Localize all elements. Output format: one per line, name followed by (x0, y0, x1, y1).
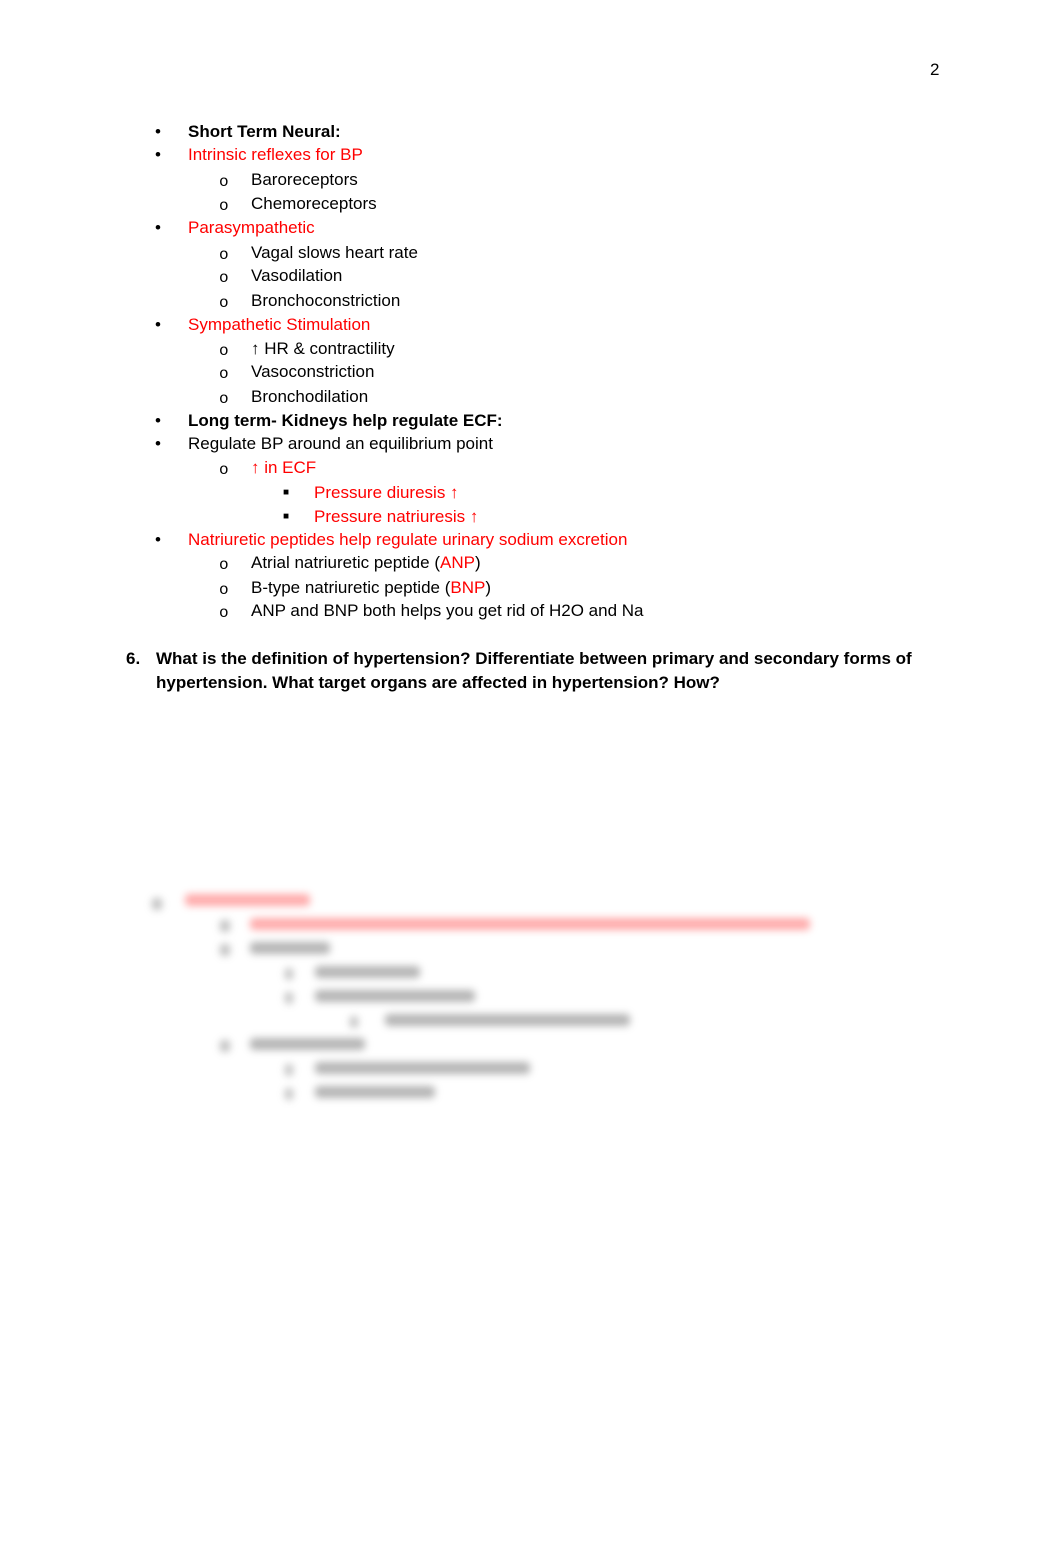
outline-item-level-2: ANP and BNP both helps you get rid of H2… (251, 601, 644, 620)
outline-item-level-1: Regulate BP around an equilibrium point (188, 434, 493, 453)
circle-bullet-icon: o (219, 294, 229, 312)
outline-item-level-2: ↑ HR & contractility (251, 339, 395, 358)
bullet-icon: • (155, 434, 161, 453)
highlighted-acronym: BNP (450, 578, 486, 597)
question-line-2: hypertension. What target organs are aff… (156, 673, 720, 692)
outline-item-level-2: Vasodilation (251, 266, 343, 285)
outline-item-level-1: Short Term Neural: (188, 122, 341, 141)
circle-bullet-icon: o (219, 197, 229, 215)
highlighted-acronym: ANP (439, 553, 475, 572)
blurred-line (285, 1088, 293, 1100)
blurred-line (350, 1016, 358, 1028)
outline-item-level-2: ↑ in ECF (251, 458, 317, 477)
bullet-icon: • (155, 411, 161, 430)
outline-item-level-2: Bronchoconstriction (251, 291, 401, 310)
outline-item-level-1: Natriuretic peptides help regulate urina… (188, 530, 628, 549)
blurred-line (250, 942, 330, 954)
blurred-line (220, 944, 230, 956)
outline-item-level-1: Long term- Kidneys help regulate ECF: (188, 411, 503, 430)
blurred-line (250, 918, 810, 930)
question-number: 6. (126, 649, 141, 668)
blurred-line (315, 966, 420, 978)
outline-item-level-2: Chemoreceptors (251, 194, 377, 213)
outline-item-level-3: Pressure natriuresis ↑ (314, 507, 479, 526)
outline-item-level-2: Bronchodilation (251, 387, 369, 406)
outline-item-level-1: Sympathetic Stimulation (188, 315, 371, 334)
outline-text: Atrial natriuretic peptide ( (251, 553, 440, 572)
blurred-line (385, 1014, 630, 1026)
outline-item-level-2: Vasoconstriction (251, 362, 375, 381)
circle-bullet-icon: o (219, 604, 229, 622)
bullet-icon: • (155, 218, 161, 237)
outline-item-level-1: Parasympathetic (188, 218, 315, 237)
circle-bullet-icon: o (219, 581, 229, 599)
blurred-line (220, 1040, 230, 1052)
square-bullet-icon: ■ (283, 487, 290, 498)
page-number: 2 (930, 60, 940, 79)
blurred-line (220, 920, 230, 932)
circle-bullet-icon: o (219, 556, 229, 574)
bullet-icon: • (155, 145, 161, 164)
circle-bullet-icon: o (219, 269, 229, 287)
circle-bullet-icon: o (219, 365, 229, 383)
outline-text: ) (485, 578, 492, 597)
blurred-line (185, 894, 310, 906)
outline-text: ) (474, 553, 481, 572)
bullet-icon: • (155, 315, 161, 334)
outline-item-level-2: Vagal slows heart rate (251, 243, 418, 262)
blurred-line (285, 968, 293, 980)
blurred-line (285, 992, 293, 1004)
question-line-1: What is the definition of hypertension? … (156, 649, 912, 668)
outline-text: B-type natriuretic peptide ( (251, 578, 451, 597)
blurred-line (315, 990, 475, 1002)
bullet-icon: • (155, 530, 161, 549)
outline-item-level-3: Pressure diuresis ↑ (314, 483, 459, 502)
circle-bullet-icon: o (219, 390, 229, 408)
blurred-line (315, 1086, 435, 1098)
outline-item-level-1: Intrinsic reflexes for BP (188, 145, 363, 164)
outline-item-level-2: Atrial natriuretic peptide (ANP) (251, 553, 481, 573)
square-bullet-icon: ■ (283, 511, 290, 522)
blurred-line (250, 1038, 365, 1050)
blurred-line (152, 898, 162, 910)
circle-bullet-icon: o (219, 461, 229, 479)
blurred-line (315, 1062, 530, 1074)
circle-bullet-icon: o (219, 173, 229, 191)
bullet-icon: • (155, 122, 161, 141)
circle-bullet-icon: o (219, 342, 229, 360)
blurred-line (285, 1064, 293, 1076)
outline-item-level-2: Baroreceptors (251, 170, 358, 189)
blurred-answer-preview (140, 888, 860, 1118)
circle-bullet-icon: o (219, 246, 229, 264)
outline-item-level-2: B-type natriuretic peptide (BNP) (251, 578, 491, 598)
